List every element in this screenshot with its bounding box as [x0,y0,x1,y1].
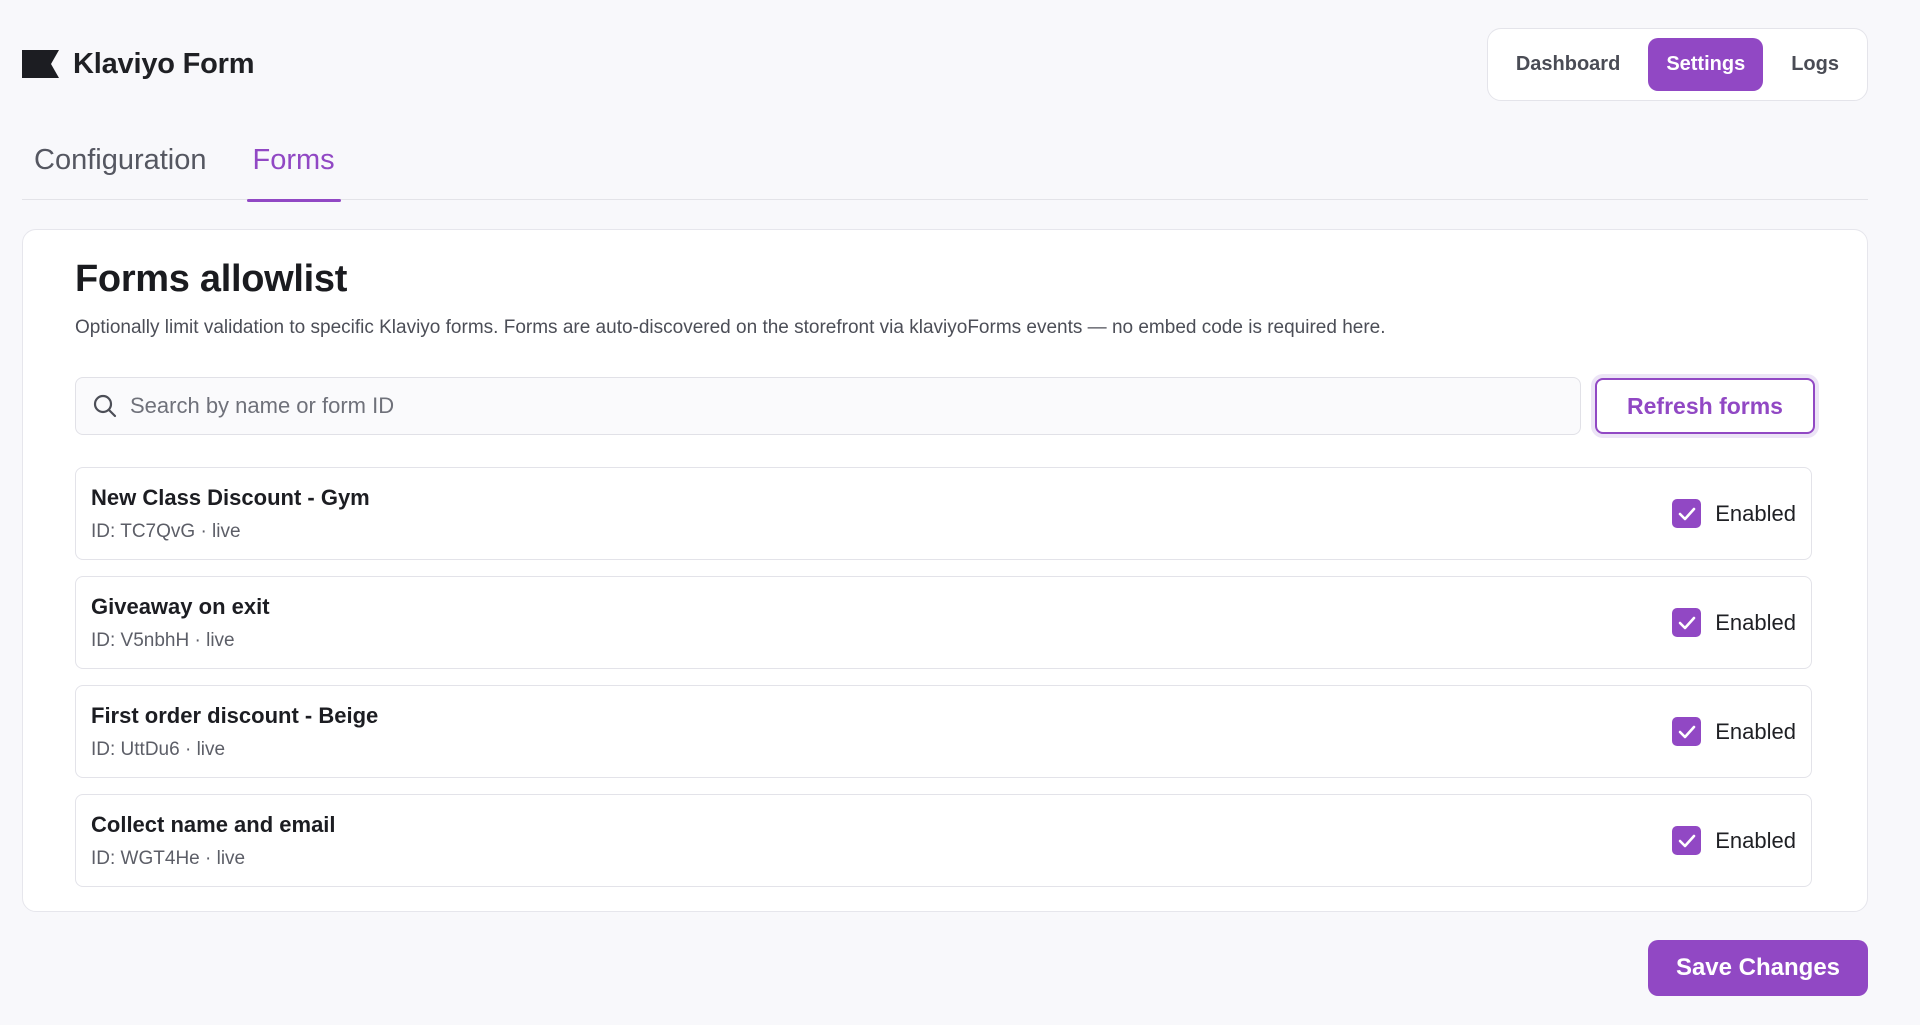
app-title: Klaviyo Form [73,47,255,80]
form-meta: ID: V5nbhH · live [91,629,235,651]
enabled-checkbox[interactable] [1672,499,1702,528]
tab-forms[interactable]: Forms [246,140,341,202]
app-header: Klaviyo Form Dashboard Settings Logs [22,27,1868,101]
form-info: Collect name and email ID: WGT4He · live [91,812,336,870]
form-meta: ID: TC7QvG · live [91,520,241,542]
enabled-label: Enabled [1715,827,1796,853]
search-icon [93,394,117,418]
enabled-toggle[interactable]: Enabled [1672,826,1796,855]
list-item: First order discount - Beige ID: UttDu6 … [75,685,1812,778]
save-changes-button[interactable]: Save Changes [1648,940,1868,996]
enabled-toggle[interactable]: Enabled [1672,499,1796,528]
search-box [75,377,1581,435]
nav-dashboard-button[interactable]: Dashboard [1498,38,1638,91]
brand: Klaviyo Form [22,47,255,81]
settings-tabs: Configuration Forms [22,140,1868,202]
flag-logo-icon [22,50,59,78]
enabled-label: Enabled [1715,500,1796,526]
form-info: New Class Discount - Gym ID: TC7QvG · li… [91,485,370,543]
form-meta: ID: WGT4He · live [91,847,246,869]
enabled-toggle[interactable]: Enabled [1672,717,1796,746]
enabled-checkbox[interactable] [1672,826,1702,855]
list-item: New Class Discount - Gym ID: TC7QvG · li… [75,467,1812,560]
form-info: First order discount - Beige ID: UttDu6 … [91,703,378,761]
form-list: New Class Discount - Gym ID: TC7QvG · li… [75,467,1812,887]
form-meta: ID: UttDu6 · live [91,738,226,760]
enabled-toggle[interactable]: Enabled [1672,608,1796,637]
nav-settings-button[interactable]: Settings [1648,37,1764,91]
enabled-label: Enabled [1715,609,1796,635]
form-name: First order discount - Beige [91,702,379,728]
check-icon [1678,507,1696,520]
forms-allowlist-card: Forms allowlist Optionally limit validat… [22,229,1868,912]
form-info: Giveaway on exit ID: V5nbhH · live [91,594,270,652]
card-title: Forms allowlist [75,258,348,300]
card-description: Optionally limit validation to specific … [75,317,1386,338]
refresh-forms-button[interactable]: Refresh forms [1595,378,1815,434]
enabled-checkbox[interactable] [1672,608,1702,637]
form-name: New Class Discount - Gym [91,484,370,510]
enabled-label: Enabled [1715,718,1796,744]
list-item: Giveaway on exit ID: V5nbhH · live Enabl… [75,576,1812,669]
tab-configuration[interactable]: Configuration [28,140,213,200]
enabled-checkbox[interactable] [1672,717,1702,746]
form-name: Giveaway on exit [91,593,270,619]
form-name: Collect name and email [91,811,336,837]
check-icon [1678,616,1696,629]
nav-logs-button[interactable]: Logs [1773,38,1857,91]
top-navigation: Dashboard Settings Logs [1486,27,1868,101]
search-row: Refresh forms [75,377,1815,435]
app-page: Klaviyo Form Dashboard Settings Logs Con… [0,0,1920,1025]
check-icon [1678,834,1696,847]
search-input[interactable] [130,393,1564,419]
list-item: Collect name and email ID: WGT4He · live… [75,794,1812,887]
check-icon [1678,725,1696,738]
